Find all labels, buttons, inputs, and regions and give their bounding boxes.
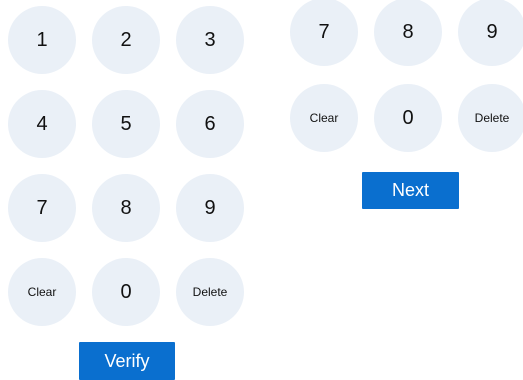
key-8[interactable]: 8 (92, 174, 160, 242)
key-5[interactable]: 5 (92, 90, 160, 158)
key-1[interactable]: 1 (8, 6, 76, 74)
key-8[interactable]: 8 (374, 0, 442, 66)
left-keypad: 1 2 3 4 5 6 7 8 9 Clear 0 Delete Verify (0, 0, 260, 380)
pin-entry-screen: 1 2 3 4 5 6 7 8 9 Clear 0 Delete Verify … (0, 0, 523, 380)
delete-button[interactable]: Delete (176, 258, 244, 326)
key-2[interactable]: 2 (92, 6, 160, 74)
key-0[interactable]: 0 (374, 84, 442, 152)
key-3[interactable]: 3 (176, 6, 244, 74)
key-7[interactable]: 7 (8, 174, 76, 242)
right-keypad: 7 8 9 Clear 0 Delete Next (262, 0, 523, 220)
next-button[interactable]: Next (362, 172, 459, 209)
key-9[interactable]: 9 (176, 174, 244, 242)
delete-button[interactable]: Delete (458, 84, 523, 152)
clear-button[interactable]: Clear (8, 258, 76, 326)
key-4[interactable]: 4 (8, 90, 76, 158)
key-6[interactable]: 6 (176, 90, 244, 158)
verify-button[interactable]: Verify (79, 342, 175, 380)
key-9[interactable]: 9 (458, 0, 523, 66)
clear-button[interactable]: Clear (290, 84, 358, 152)
key-7[interactable]: 7 (290, 0, 358, 66)
key-0[interactable]: 0 (92, 258, 160, 326)
